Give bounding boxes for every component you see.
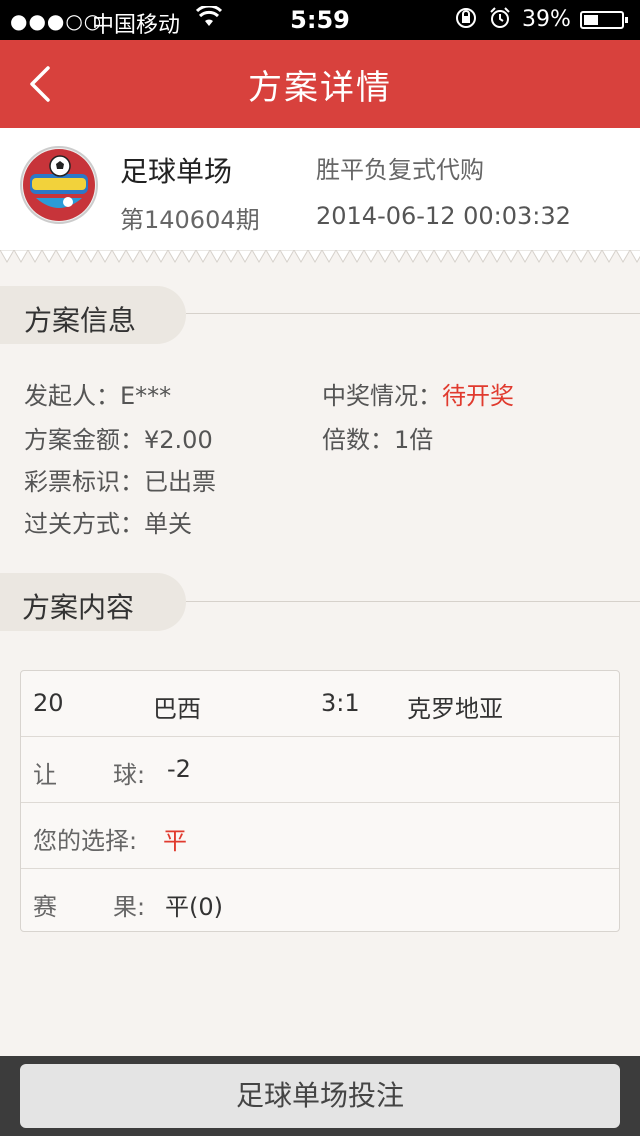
initiator-value: E***	[120, 382, 172, 410]
order-time: 2014-06-12 00:03:32	[316, 202, 571, 230]
ticket-status-value: 已出票	[144, 468, 216, 496]
page-title: 方案详情	[248, 68, 392, 108]
choice-label: 您的选择:	[33, 827, 138, 855]
amount-value: ¥2.00	[144, 426, 213, 454]
section-plan-content: 方案内容	[0, 573, 186, 631]
lottery-logo	[20, 146, 98, 224]
bet-button[interactable]: 足球单场投注	[20, 1064, 620, 1128]
section-divider	[186, 313, 640, 314]
section-plan-content-title: 方案内容	[22, 591, 135, 624]
choice-value: 平	[163, 827, 187, 855]
section-plan-info-title: 方案信息	[24, 304, 137, 337]
battery-nub	[625, 17, 628, 23]
initiator-row: 发起人：E***	[24, 376, 171, 411]
amount-label: 方案金额：	[24, 426, 144, 454]
play-type: 胜平负复式代购	[316, 156, 484, 184]
match-row: 20 巴西 3:1 克罗地亚	[21, 671, 619, 737]
match-score: 3:1	[321, 689, 360, 717]
home-team: 巴西	[153, 695, 201, 723]
result-label-1: 赛	[33, 893, 57, 921]
plan-content-table: 20 巴西 3:1 克罗地亚 让 球: -2 您的选择: 平 赛 果: 平(0)	[20, 670, 620, 932]
result-label-2: 果:	[113, 893, 146, 921]
match-number: 20	[33, 689, 64, 717]
battery-icon	[580, 11, 628, 29]
prize-status-row: 中奖情况：待开奖	[322, 376, 514, 411]
lottery-name: 足球单场	[120, 155, 233, 188]
alarm-clock-icon	[488, 6, 512, 36]
section-plan-info: 方案信息	[0, 286, 186, 344]
plan-header: 足球单场 第140604期 胜平负复式代购 2014-06-12 00:03:3…	[0, 128, 640, 252]
prize-status-value: 待开奖	[442, 382, 514, 410]
ticket-edge-divider	[0, 250, 640, 263]
multiple-row: 倍数：1倍	[322, 420, 433, 455]
result-value: 平(0)	[165, 893, 223, 921]
result-row: 赛 果: 平(0)	[21, 869, 619, 934]
amount-row: 方案金额：¥2.00	[24, 420, 213, 455]
battery-percent: 39%	[522, 7, 571, 32]
issue-number: 第140604期	[120, 206, 260, 234]
choice-row: 您的选择: 平	[21, 803, 619, 869]
pass-method-row: 过关方式：单关	[24, 504, 192, 539]
handicap-value: -2	[167, 755, 191, 783]
section-divider	[186, 601, 640, 602]
battery-fill	[584, 15, 598, 25]
initiator-label: 发起人：	[24, 382, 120, 410]
pass-method-label: 过关方式：	[24, 510, 144, 538]
pass-method-value: 单关	[144, 510, 192, 538]
away-team: 克罗地亚	[407, 695, 503, 723]
handicap-row: 让 球: -2	[21, 737, 619, 803]
handicap-label-1: 让	[33, 761, 57, 789]
ticket-status-label: 彩票标识：	[24, 468, 144, 496]
ticket-status-row: 彩票标识：已出票	[24, 462, 216, 497]
handicap-label-2: 球:	[113, 761, 146, 789]
status-bar: ●●●○○ 中国移动 5:59 39%	[0, 0, 640, 40]
prize-status-label: 中奖情况：	[322, 382, 442, 410]
rotation-lock-icon	[454, 6, 478, 36]
multiple-value: 1倍	[394, 426, 434, 454]
nav-bar: 方案详情	[0, 40, 640, 128]
multiple-label: 倍数：	[322, 426, 394, 454]
bottom-bar: 足球单场投注	[0, 1056, 640, 1136]
